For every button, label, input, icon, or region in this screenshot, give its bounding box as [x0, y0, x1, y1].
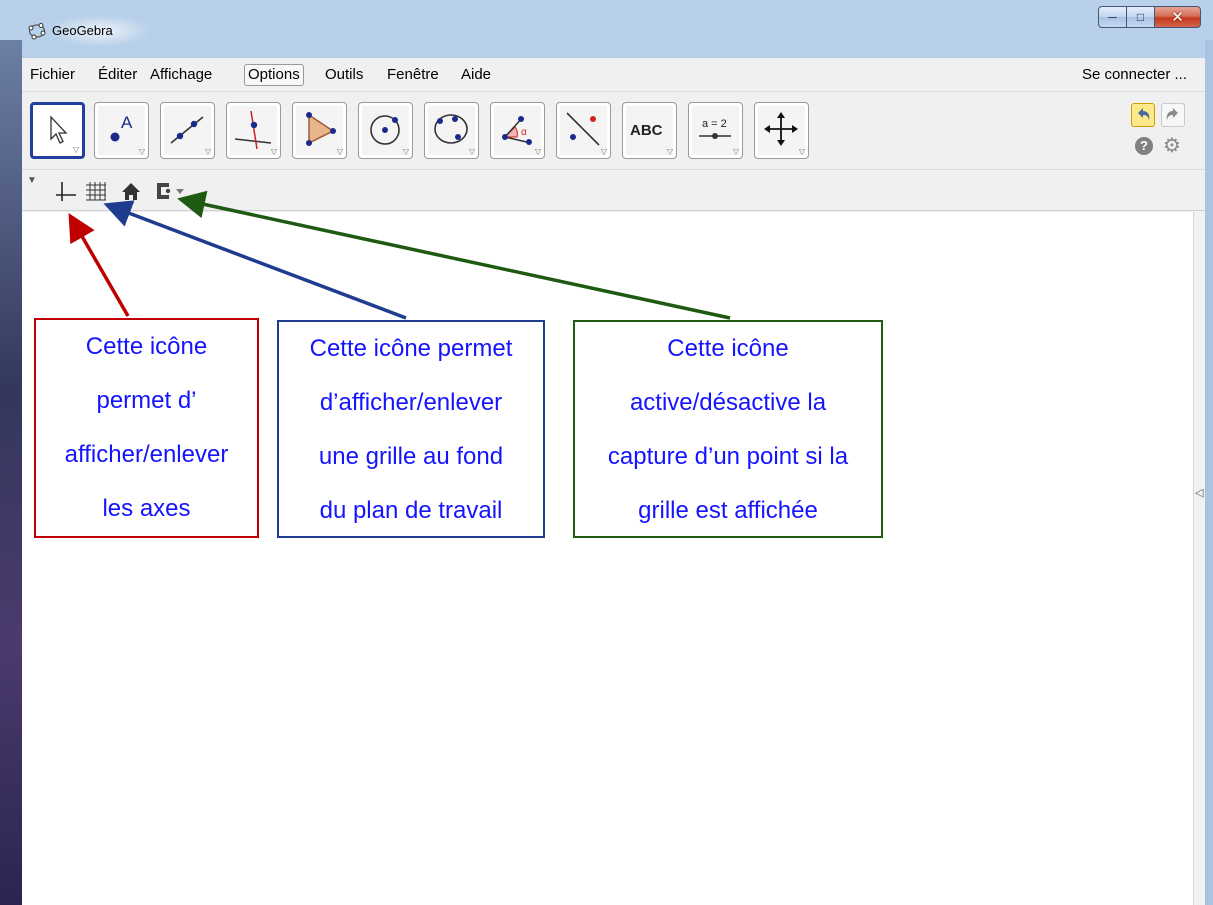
toolbar-right-controls: ? ⚙	[1131, 103, 1191, 163]
redo-button[interactable]	[1161, 103, 1185, 127]
menu-affichage[interactable]: Affichage	[147, 64, 215, 86]
line-tool[interactable]: ▽	[160, 102, 215, 159]
dropdown-triangle-icon: ▽	[270, 147, 277, 156]
annotation-point-capture: Cette icône active/désactive la capture …	[573, 320, 883, 538]
axes-icon[interactable]	[55, 180, 77, 202]
dropdown-triangle-icon: ▽	[798, 147, 805, 156]
window-right-border	[1205, 40, 1213, 905]
svg-text:A: A	[121, 113, 133, 132]
maximize-icon: □	[1136, 10, 1145, 24]
grid-icon[interactable]	[85, 180, 107, 202]
dropdown-triangle-icon: ▽	[468, 147, 475, 156]
help-icon[interactable]: ?	[1135, 137, 1153, 155]
annotation-line: Cette icône permet	[309, 335, 513, 362]
svg-text:ABC: ABC	[630, 122, 663, 139]
sidebar-collapse-handle[interactable]: ◁	[1193, 212, 1205, 905]
minimize-button[interactable]: ─	[1098, 6, 1127, 28]
menu-bar: Fichier Éditer Affichage Options Outils …	[22, 58, 1205, 92]
dropdown-triangle-icon: ▽	[732, 147, 739, 156]
annotation-line: du plan de travail	[319, 497, 503, 524]
menu-fenetre[interactable]: Fenêtre	[384, 64, 442, 86]
annotation-line: afficher/enlever	[64, 441, 229, 468]
point-capturing-icon[interactable]	[154, 180, 194, 202]
annotation-line: capture d’un point si la	[607, 443, 849, 470]
ellipse-three-points-icon	[434, 114, 468, 144]
geogebra-logo-icon	[28, 23, 46, 40]
chevron-left-icon: ◁	[1195, 487, 1204, 499]
move-tool[interactable]: ▽	[30, 102, 85, 159]
move-graphics-view-tool[interactable]: ▽	[754, 102, 809, 159]
close-icon: ✕	[1171, 8, 1184, 26]
menu-editer[interactable]: Éditer	[95, 64, 140, 86]
dropdown-triangle-icon: ▽	[72, 145, 79, 154]
circle-three-points-tool[interactable]: ▽	[424, 102, 479, 159]
point-a-icon: A	[110, 113, 133, 142]
circle-center-point-icon	[370, 115, 400, 145]
gear-icon[interactable]: ⚙	[1163, 136, 1181, 156]
dropdown-triangle-icon: ▽	[402, 147, 409, 156]
style-bar: ▼	[22, 169, 1205, 211]
svg-text:a = 2: a = 2	[702, 118, 727, 130]
annotation-line: active/désactive la	[629, 389, 827, 416]
line-through-two-points-icon	[170, 116, 204, 144]
perpendicular-line-tool[interactable]: ▽	[226, 102, 281, 159]
tool-bar: ▽ A ▽ ▽ ▽ ▽ ▽ ▽ α ▽ ▽ ABC ▽ a = 2 ▽ ▽ ? …	[22, 93, 1205, 169]
slider-icon: a = 2	[699, 118, 731, 139]
menu-outils[interactable]: Outils	[322, 64, 366, 86]
dropdown-triangle-icon: ▽	[138, 147, 145, 156]
polygon-tool[interactable]: ▽	[292, 102, 347, 159]
angle-tool[interactable]: α ▽	[490, 102, 545, 159]
window-title: GeoGebra	[52, 23, 113, 38]
move-arrows-icon	[764, 112, 798, 146]
circle-center-point-tool[interactable]: ▽	[358, 102, 413, 159]
annotation-grid: Cette icône permet d’afficher/enlever un…	[277, 320, 545, 538]
undo-button[interactable]	[1131, 103, 1155, 127]
annotation-line: Cette icône	[667, 335, 789, 362]
close-button[interactable]: ✕	[1155, 6, 1201, 28]
dropdown-triangle-icon: ▽	[336, 147, 343, 156]
sign-in-link[interactable]: Se connecter ...	[1082, 64, 1187, 86]
desktop-background	[0, 40, 22, 905]
dropdown-triangle-icon: ▽	[666, 147, 673, 156]
reflect-tool[interactable]: ▽	[556, 102, 611, 159]
menu-aide[interactable]: Aide	[458, 64, 494, 86]
svg-text:α: α	[521, 127, 527, 138]
maximize-button[interactable]: □	[1127, 6, 1155, 28]
slider-tool[interactable]: a = 2 ▽	[688, 102, 743, 159]
text-icon: ABC	[630, 122, 663, 139]
annotation-line: une grille au fond	[318, 443, 504, 470]
dropdown-triangle-icon: ▽	[600, 147, 607, 156]
stylebar-toggle-icon[interactable]: ▼	[27, 175, 37, 186]
annotation-line: d’afficher/enlever	[319, 389, 503, 416]
redo-icon	[1166, 108, 1178, 120]
polygon-icon	[306, 112, 336, 146]
graphics-view[interactable]	[22, 212, 1193, 905]
minimize-icon: ─	[1108, 10, 1117, 24]
annotation-line: les axes	[102, 495, 191, 522]
annotation-line: permet d’	[96, 387, 197, 414]
caption-buttons: ─ □ ✕	[1098, 6, 1201, 28]
point-tool[interactable]: A ▽	[94, 102, 149, 159]
perpendicular-line-icon	[234, 110, 272, 149]
text-tool[interactable]: ABC ▽	[622, 102, 677, 159]
dropdown-triangle-icon: ▽	[534, 147, 541, 156]
menu-fichier[interactable]: Fichier	[27, 64, 78, 86]
angle-alpha-icon: α	[502, 116, 532, 145]
annotation-axes: Cette icône permet d’ afficher/enlever l…	[34, 318, 259, 538]
reflect-point-icon	[566, 112, 600, 146]
annotation-line: grille est affichée	[638, 497, 818, 524]
annotation-line: Cette icône	[85, 333, 208, 360]
title-bar[interactable]: GeoGebra ─ □ ✕	[0, 0, 1213, 58]
undo-icon	[1138, 108, 1150, 120]
dropdown-triangle-icon: ▽	[204, 147, 211, 156]
home-icon[interactable]	[120, 180, 142, 202]
menu-options[interactable]: Options	[244, 64, 304, 86]
